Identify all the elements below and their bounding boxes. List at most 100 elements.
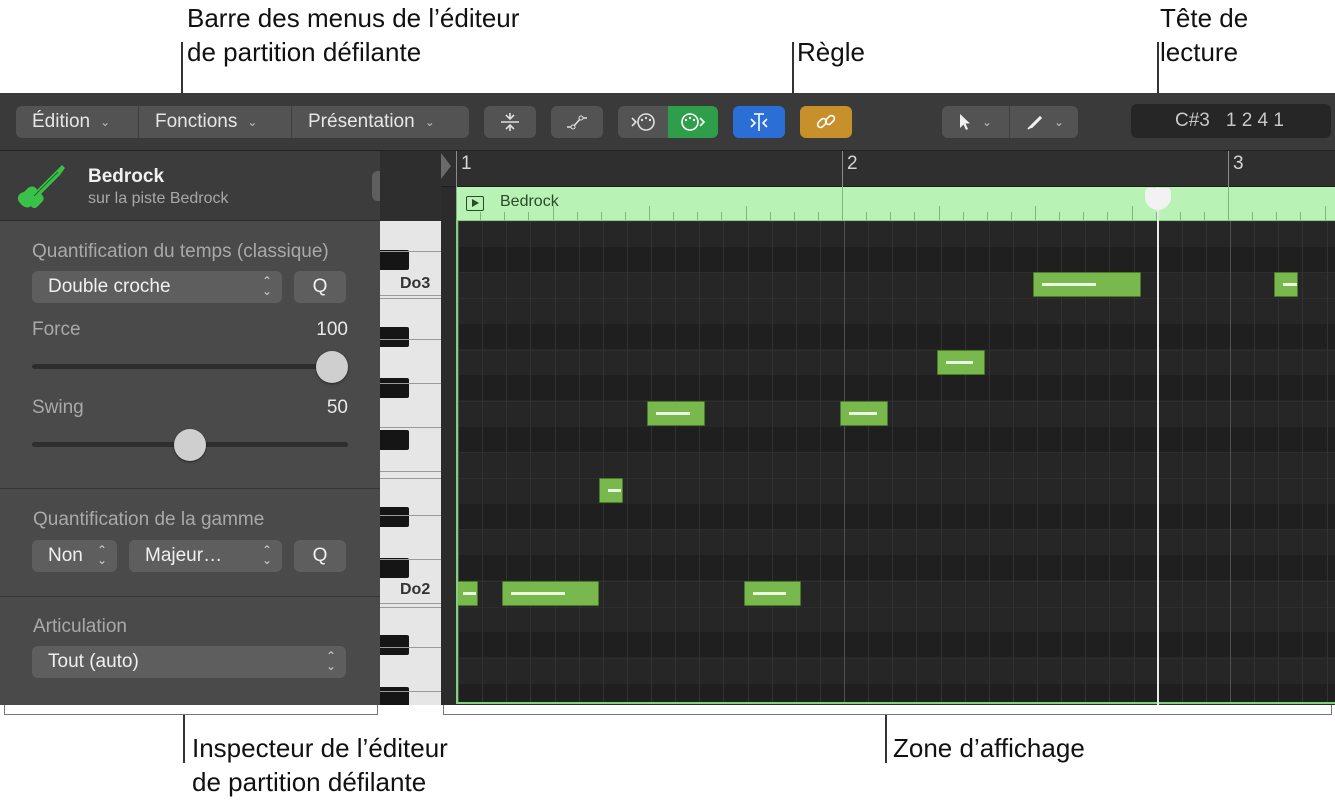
ruler-bar-number: 3 (1233, 153, 1244, 174)
midi-note[interactable] (647, 400, 705, 426)
midi-note[interactable] (936, 349, 985, 375)
menu-functions[interactable]: Fonctions ⌄ (139, 106, 292, 138)
catch-playhead-button[interactable] (733, 106, 785, 138)
grid-beat-line (868, 221, 870, 702)
grid-beat-line (651, 221, 652, 702)
swing-label: Swing (32, 397, 84, 418)
white-key-divider (380, 295, 441, 296)
callout-inspector: Inspecteur de l’éditeur de partition déf… (192, 731, 448, 799)
grid-row-line (458, 657, 1335, 659)
collapse-button[interactable] (484, 106, 536, 138)
time-quantize-q-button[interactable]: Q (294, 271, 346, 303)
bracket-display-area (443, 705, 1332, 715)
white-key-divider (380, 478, 441, 479)
grid-beat-line (892, 221, 894, 702)
callout-playhead: Tête de lecture (1160, 1, 1248, 69)
collapse-icon (501, 113, 519, 131)
link-icon (816, 114, 836, 129)
region-tick (1324, 206, 1326, 220)
ruler[interactable]: 1 2 3 (441, 151, 1335, 187)
scale-type-popup[interactable]: Majeur… ⌃ ⌄ (129, 540, 282, 572)
grid-beat-line (578, 221, 580, 702)
black-key[interactable] (380, 635, 409, 656)
midi-note[interactable] (502, 580, 599, 606)
region-tick (962, 212, 964, 220)
note-grid[interactable] (456, 221, 1335, 704)
piano-roll-editor: Édition ⌄ Fonctions ⌄ Présentation ⌄ ⌄ ⌄… (0, 93, 1335, 705)
strength-slider-knob[interactable] (316, 351, 348, 383)
midi-note[interactable] (1274, 272, 1299, 298)
white-key-divider (380, 515, 441, 516)
grid-beat-line (626, 221, 628, 702)
ruler-bar-number: 2 (847, 153, 858, 174)
automation-button[interactable] (551, 106, 603, 138)
pointer-tool-menu[interactable]: ⌄ (942, 106, 1010, 138)
white-key-divider (380, 383, 441, 384)
leader-playhead (1157, 42, 1159, 97)
automation-curve-icon (567, 115, 587, 130)
editor-toolbar: Édition ⌄ Fonctions ⌄ Présentation ⌄ ⌄ ⌄… (0, 93, 1335, 151)
playhead[interactable] (1157, 187, 1159, 705)
region-tick (1035, 206, 1036, 220)
pencil-icon (1027, 115, 1043, 130)
midi-note[interactable] (840, 400, 889, 426)
grid-beat-line (1012, 221, 1014, 702)
swing-slider-knob[interactable] (174, 429, 206, 461)
region-header-name: Bedrock (500, 193, 559, 210)
region-name: Bedrock (88, 166, 165, 187)
articulation-popup[interactable]: Tout (auto) ⌃ ⌄ (32, 646, 346, 678)
menu-view[interactable]: Présentation ⌄ (292, 106, 469, 138)
up-down-icon: ⌃ ⌄ (261, 274, 272, 298)
play-icon (466, 196, 484, 211)
midi-note[interactable] (598, 478, 623, 503)
piano-keyboard[interactable]: Do3 Do2 (380, 221, 441, 705)
region-header[interactable]: Bedrock (456, 186, 1335, 221)
key-label-c3: Do3 (400, 275, 431, 292)
swing-value: 50 (326, 397, 348, 418)
info-display: C#3 1 2 4 1 (1131, 104, 1331, 138)
grid-row-dark (458, 375, 1335, 401)
pencil-tool-menu[interactable]: ⌄ (1010, 106, 1078, 138)
scale-quantize-q-button[interactable]: Q (294, 540, 346, 572)
scale-quantize-on-popup[interactable]: Non ⌃ ⌄ (32, 540, 117, 572)
black-key[interactable] (380, 429, 409, 450)
grid-beat-line (675, 221, 677, 702)
menu-edit[interactable]: Édition ⌄ (16, 106, 139, 138)
region-tick (938, 206, 940, 220)
time-quantize-popup[interactable]: Double croche ⌃ ⌄ (32, 271, 282, 303)
ruler-bar-tick (456, 151, 457, 187)
strength-slider[interactable] (32, 364, 348, 369)
bass-guitar-icon (17, 165, 65, 209)
time-quantize-value: Double croche (48, 276, 171, 297)
midi-note[interactable] (1033, 272, 1142, 298)
up-down-icon: ⌃ ⌄ (261, 543, 272, 567)
grid-beat-line (988, 221, 990, 702)
black-key[interactable] (380, 686, 409, 705)
black-key[interactable] (380, 506, 409, 527)
grid-beat-line (1230, 221, 1231, 702)
grid-row-line (458, 221, 1335, 222)
black-key[interactable] (380, 249, 409, 270)
grid-beat-line (530, 221, 532, 702)
region-tick (480, 212, 482, 220)
region-tick (456, 186, 457, 220)
midi-in-button[interactable] (668, 106, 718, 138)
link-button[interactable] (800, 106, 852, 138)
midi-note[interactable] (458, 580, 479, 606)
black-key[interactable] (380, 558, 409, 579)
grid-row-line (458, 529, 1335, 531)
region-tick (866, 212, 868, 220)
region-tick (528, 212, 530, 220)
black-key[interactable] (380, 378, 409, 399)
black-key[interactable] (380, 326, 409, 347)
up-down-icon: ⌃ ⌄ (96, 543, 107, 567)
menu-edit-label: Édition (32, 111, 91, 132)
midi-note[interactable] (743, 580, 802, 606)
region-tick (1203, 212, 1205, 220)
inspector-header: Bedrock sur la piste Bedrock (0, 151, 424, 221)
grid-beat-line (964, 221, 966, 702)
midi-out-button[interactable] (618, 106, 668, 138)
region-tick (1107, 212, 1109, 220)
scale-quantize-on-value: Non (48, 545, 83, 566)
key-label-c2: Do2 (400, 581, 431, 598)
